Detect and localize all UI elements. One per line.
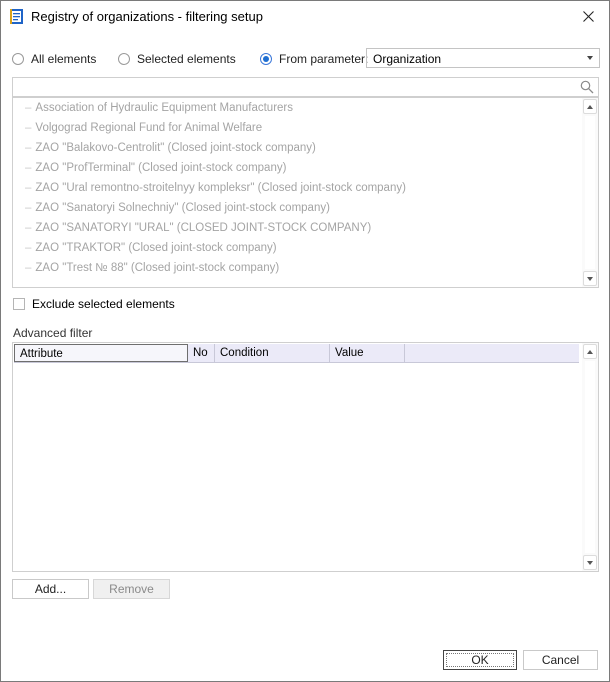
advanced-filter-grid: Attribute No Condition Value [12, 342, 599, 572]
list-item[interactable]: – ZAO "ProfTerminal" (Closed joint-stock … [13, 158, 598, 178]
tree-line-icon: – [25, 122, 32, 134]
selection-mode-group: All elements Selected elements From para… [12, 48, 602, 70]
close-button[interactable] [573, 3, 603, 29]
scroll-track[interactable] [585, 116, 595, 269]
list-item-label: ZAO "SANATORYI "URAL" (CLOSED JOINT-STOC… [35, 222, 372, 234]
parameter-select-value: Organization [373, 52, 442, 66]
remove-button[interactable]: Remove [93, 579, 170, 599]
list-item[interactable]: – Volgograd Regional Fund for Animal Welf… [13, 118, 598, 138]
exclude-selected-option[interactable]: Exclude selected elements [13, 297, 175, 311]
tree-line-icon: – [25, 202, 32, 214]
list-item[interactable]: – ZAO "Ural remontno-stroitelnyy kompleks… [13, 178, 598, 198]
list-item-label: ZAO "Balakovo-Centrolit" (Closed joint-s… [35, 142, 316, 154]
list-item-label: ZAO "ProfTerminal" (Closed joint-stock c… [35, 162, 287, 174]
chevron-down-icon [587, 560, 593, 565]
tree-line-icon: – [25, 102, 32, 114]
radio-label: All elements [31, 52, 97, 66]
grid-header: Attribute No Condition Value [14, 344, 579, 363]
list-item[interactable]: – ZAO "TRAKTOR" (Closed joint-stock compa… [13, 238, 598, 258]
advanced-filter-label: Advanced filter [13, 326, 93, 340]
scroll-up-button[interactable] [583, 344, 597, 359]
chevron-down-icon [587, 276, 593, 281]
radio-circle[interactable] [118, 53, 130, 65]
search-input[interactable] [12, 77, 599, 97]
search-icon[interactable] [580, 80, 594, 94]
elements-list: – Association of Hydraulic Equipment Manu… [12, 97, 599, 288]
chevron-down-icon [587, 56, 593, 60]
scroll-down-button[interactable] [583, 271, 597, 286]
ok-button-label: OK [446, 653, 514, 667]
list-item-label: ZAO "Trest № 88" (Closed joint-stock com… [35, 262, 280, 274]
tree-line-icon: – [25, 182, 32, 194]
radio-selected-elements[interactable]: Selected elements [118, 52, 236, 66]
scroll-track[interactable] [585, 361, 595, 553]
list-item[interactable]: – ZAO "Balakovo-Centrolit" (Closed joint-… [13, 138, 598, 158]
list-item-label: Volgograd Regional Fund for Animal Welfa… [35, 122, 263, 134]
list-item-label: ZAO "Sanatoryi Solnechniy" (Closed joint… [35, 202, 330, 214]
radio-label: From parameter: [279, 52, 369, 66]
list-item[interactable]: – Association of Hydraulic Equipment Manu… [13, 98, 598, 118]
radio-label: Selected elements [137, 52, 236, 66]
exclude-selected-label: Exclude selected elements [32, 297, 175, 311]
filtering-setup-dialog: Registry of organizations - filtering se… [0, 0, 610, 682]
chevron-up-icon [587, 349, 593, 354]
cancel-button[interactable]: Cancel [523, 650, 598, 670]
column-header-attribute[interactable]: Attribute [14, 344, 188, 362]
tree-line-icon: – [25, 142, 32, 154]
tree-line-icon: – [25, 242, 32, 254]
tree-line-icon: – [25, 262, 32, 274]
tree-line-icon: – [25, 162, 32, 174]
list-item[interactable]: – ZAO "Trest № 88" (Closed joint-stock co… [13, 258, 598, 278]
chevron-up-icon [587, 104, 593, 109]
radio-circle-checked[interactable] [260, 53, 272, 65]
radio-from-parameter[interactable]: From parameter: [260, 52, 368, 66]
tree-line-icon: – [25, 222, 32, 234]
exclude-selected-checkbox[interactable] [13, 298, 25, 310]
add-button[interactable]: Add... [12, 579, 89, 599]
parameter-select[interactable]: Organization [366, 48, 600, 68]
window-title: Registry of organizations - filtering se… [31, 9, 263, 24]
list-item-label: ZAO "Ural remontno-stroitelnyy kompleksr… [35, 182, 406, 194]
column-header-no[interactable]: No [188, 344, 215, 362]
list-item[interactable]: – ZAO "Sanatoryi Solnechniy" (Closed join… [13, 198, 598, 218]
radio-circle[interactable] [12, 53, 24, 65]
title-bar: Registry of organizations - filtering se… [1, 1, 609, 32]
close-icon [582, 10, 594, 22]
list-item[interactable]: – ZAO "SANATORYI "URAL" (CLOSED JOINT-STO… [13, 218, 598, 238]
grid-scrollbar[interactable] [582, 343, 598, 571]
registry-app-icon [10, 9, 23, 24]
scroll-up-button[interactable] [583, 99, 597, 114]
ok-button[interactable]: OK [443, 650, 517, 670]
radio-all-elements[interactable]: All elements [12, 52, 96, 66]
list-item-label: ZAO "TRAKTOR" (Closed joint-stock compan… [35, 242, 277, 254]
column-header-value[interactable]: Value [330, 344, 405, 362]
list-item-label: Association of Hydraulic Equipment Manuf… [35, 102, 293, 114]
list-scrollbar[interactable] [582, 98, 598, 287]
column-header-condition[interactable]: Condition [215, 344, 330, 362]
scroll-down-button[interactable] [583, 555, 597, 570]
